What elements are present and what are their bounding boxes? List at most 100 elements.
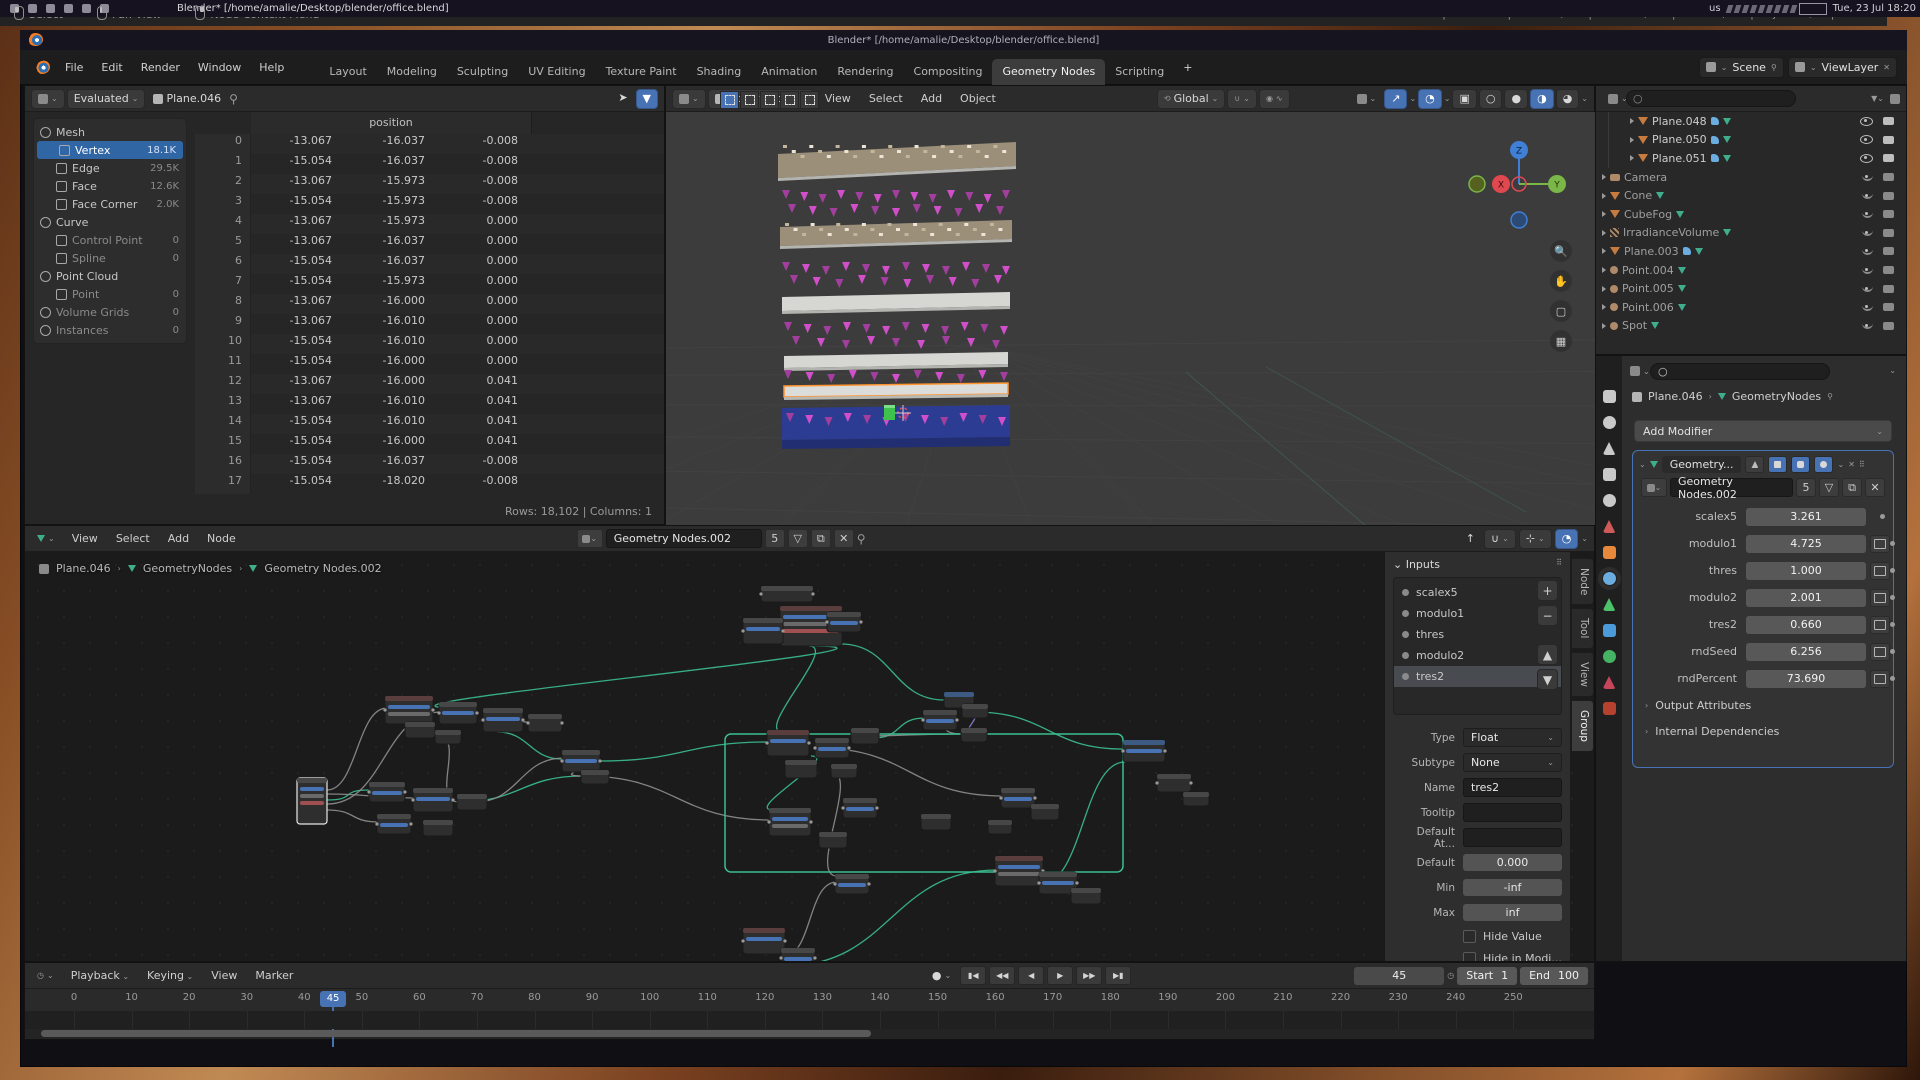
timeline-menu-marker[interactable]: Marker xyxy=(246,965,302,986)
floor-slab[interactable] xyxy=(782,405,1010,440)
snap-button[interactable]: ∪⌄ xyxy=(1227,89,1257,109)
timeline-menu-view[interactable]: View xyxy=(202,965,246,986)
input-attribute-toggle[interactable] xyxy=(1870,616,1890,634)
select-mode-1[interactable] xyxy=(740,91,759,109)
table-row[interactable]: 7-15.054-15.9730.000 xyxy=(195,274,664,294)
data-source-spline[interactable]: Spline0 xyxy=(34,249,186,267)
overlays-toggle[interactable]: ◔ xyxy=(1418,89,1442,109)
move-down-button[interactable]: ▼ xyxy=(1537,669,1558,690)
visibility-dropdown[interactable]: ⌄ xyxy=(1351,90,1383,108)
table-row[interactable]: 4-13.067-15.9730.000 xyxy=(195,214,664,234)
table-row[interactable]: 17-15.054-18.020-0.008 xyxy=(195,474,664,494)
eye-closed-icon[interactable] xyxy=(1862,211,1873,218)
node-link[interactable] xyxy=(841,644,944,700)
field[interactable]: tres2 xyxy=(1463,778,1562,797)
sidebar-tab-view[interactable]: View xyxy=(1571,652,1594,697)
playhead[interactable]: 45 xyxy=(320,991,346,1007)
animate-property-dot[interactable] xyxy=(1880,514,1885,519)
breadcrumb-item[interactable]: GeometryNodes xyxy=(143,562,232,575)
viewport-menu-object[interactable]: Object xyxy=(951,88,1005,109)
table-row[interactable]: 16-15.054-16.037-0.008 xyxy=(195,454,664,474)
dropdown[interactable]: Float⌄ xyxy=(1463,728,1562,747)
gizmo-toggle[interactable]: ↗ xyxy=(1384,89,1407,109)
users-count[interactable]: 5 xyxy=(765,529,785,548)
frame-end-field[interactable]: End100 xyxy=(1520,967,1588,985)
node-tree-name[interactable]: Geometry Nodes.002 xyxy=(606,529,762,548)
scene-selector[interactable]: ⌄Scene⚲ xyxy=(1699,57,1784,78)
properties-tab-8[interactable] xyxy=(1603,598,1616,611)
system-tray[interactable] xyxy=(1727,3,1827,15)
field[interactable] xyxy=(1463,828,1562,847)
workspace-tab-scripting[interactable]: Scripting xyxy=(1105,59,1174,85)
data-source-face[interactable]: Face12.6K xyxy=(34,177,186,195)
evaluation-mode-dropdown[interactable]: Evaluated⌄ xyxy=(67,89,146,109)
close-icon[interactable]: ✕ xyxy=(1883,63,1890,72)
render-visibility-icon[interactable] xyxy=(1883,229,1894,237)
node-link[interactable] xyxy=(435,646,837,708)
use-preview-range-icon[interactable]: ◷ xyxy=(1447,971,1454,980)
data-source-mesh[interactable]: Mesh xyxy=(34,123,186,141)
current-frame-field[interactable]: 45 xyxy=(1354,967,1444,985)
eye-open-icon[interactable] xyxy=(1860,117,1873,126)
eye-closed-icon[interactable] xyxy=(1862,229,1873,236)
object-icon[interactable] xyxy=(1632,392,1642,402)
animate-property-dot[interactable] xyxy=(1890,622,1895,627)
workspace-tab-uv-editing[interactable]: UV Editing xyxy=(518,59,595,85)
unlink-icon[interactable]: ✕ xyxy=(1865,478,1885,497)
table-row[interactable]: 0-13.067-16.037-0.008 xyxy=(195,134,664,154)
outliner-item-point-005[interactable]: Point.005 xyxy=(1596,279,1902,298)
timeline-scrollbar[interactable] xyxy=(41,1030,871,1037)
users-count[interactable]: 5 xyxy=(1796,478,1816,497)
workspace-tab-texture-paint[interactable]: Texture Paint xyxy=(596,59,687,85)
table-row[interactable]: 5-13.067-16.0370.000 xyxy=(195,234,664,254)
table-row[interactable]: 14-15.054-16.0100.041 xyxy=(195,414,664,434)
workspace-tab-rendering[interactable]: Rendering xyxy=(827,59,903,85)
unlink-icon[interactable]: ✕ xyxy=(834,529,854,548)
os-app-icon[interactable] xyxy=(64,4,73,13)
shading-material-button[interactable]: ◑ xyxy=(1530,89,1554,109)
ortho-grid-button[interactable]: ▦ xyxy=(1550,330,1572,352)
table-row[interactable]: 13-13.067-16.0100.041 xyxy=(195,394,664,414)
eye-closed-icon[interactable] xyxy=(1862,267,1873,274)
os-app-icon[interactable] xyxy=(82,4,91,13)
value-slider[interactable]: 3.261 xyxy=(1746,508,1866,526)
section-internal-dependencies[interactable]: ›Internal Dependencies xyxy=(1633,718,1893,744)
pin-icon[interactable]: ⚲ xyxy=(857,532,866,546)
checkbox-hide-value[interactable]: Hide Value xyxy=(1393,925,1562,947)
node-link[interactable] xyxy=(583,776,771,820)
render-toggle[interactable] xyxy=(1814,456,1833,473)
viewport-menu-add[interactable]: Add xyxy=(912,88,951,109)
fake-user-shield-icon[interactable]: ▽ xyxy=(788,529,808,548)
eye-closed-icon[interactable] xyxy=(1862,285,1873,292)
value-slider[interactable]: 73.690 xyxy=(1746,670,1866,688)
render-visibility-icon[interactable] xyxy=(1883,154,1894,162)
outliner-item-point-004[interactable]: Point.004 xyxy=(1596,261,1902,280)
field[interactable]: inf xyxy=(1463,904,1562,921)
keyboard-layout-indicator[interactable]: us xyxy=(1709,3,1721,14)
copy-icon[interactable]: ⧉ xyxy=(811,529,831,548)
workspace-tab-animation[interactable]: Animation xyxy=(751,59,827,85)
editor-type-button[interactable]: ⌄ xyxy=(31,530,61,548)
node-link[interactable] xyxy=(327,810,379,822)
shading-rendered-button[interactable]: ◕ xyxy=(1556,89,1580,109)
realtime-toggle[interactable] xyxy=(1791,456,1810,473)
drag-handle-icon[interactable]: ⠿ xyxy=(1859,460,1865,469)
os-app-icon[interactable] xyxy=(28,4,37,13)
render-visibility-icon[interactable] xyxy=(1883,303,1894,311)
breadcrumb-item[interactable]: Plane.046 xyxy=(56,562,111,575)
properties-tab-4[interactable] xyxy=(1603,494,1616,507)
properties-options-icon[interactable]: ⌄ xyxy=(1889,366,1896,375)
sidebar-tab-tool[interactable]: Tool xyxy=(1571,608,1594,648)
data-source-edge[interactable]: Edge29.5K xyxy=(34,159,186,177)
select-mode-2[interactable] xyxy=(760,91,779,109)
input-attribute-toggle[interactable] xyxy=(1870,643,1890,661)
table-row[interactable]: 6-15.054-16.0370.000 xyxy=(195,254,664,274)
table-row[interactable]: 1-15.054-16.037-0.008 xyxy=(195,154,664,174)
properties-tab-11[interactable] xyxy=(1603,676,1616,689)
outliner-item-point-006[interactable]: Point.006 xyxy=(1596,298,1902,317)
field[interactable]: -inf xyxy=(1463,879,1562,896)
eye-open-icon[interactable] xyxy=(1860,154,1873,163)
add-modifier-button[interactable]: Add Modifier⌄ xyxy=(1634,420,1892,442)
table-row[interactable]: 12-13.067-16.0000.041 xyxy=(195,374,664,394)
pan-hand-button[interactable]: ✋ xyxy=(1550,270,1572,292)
